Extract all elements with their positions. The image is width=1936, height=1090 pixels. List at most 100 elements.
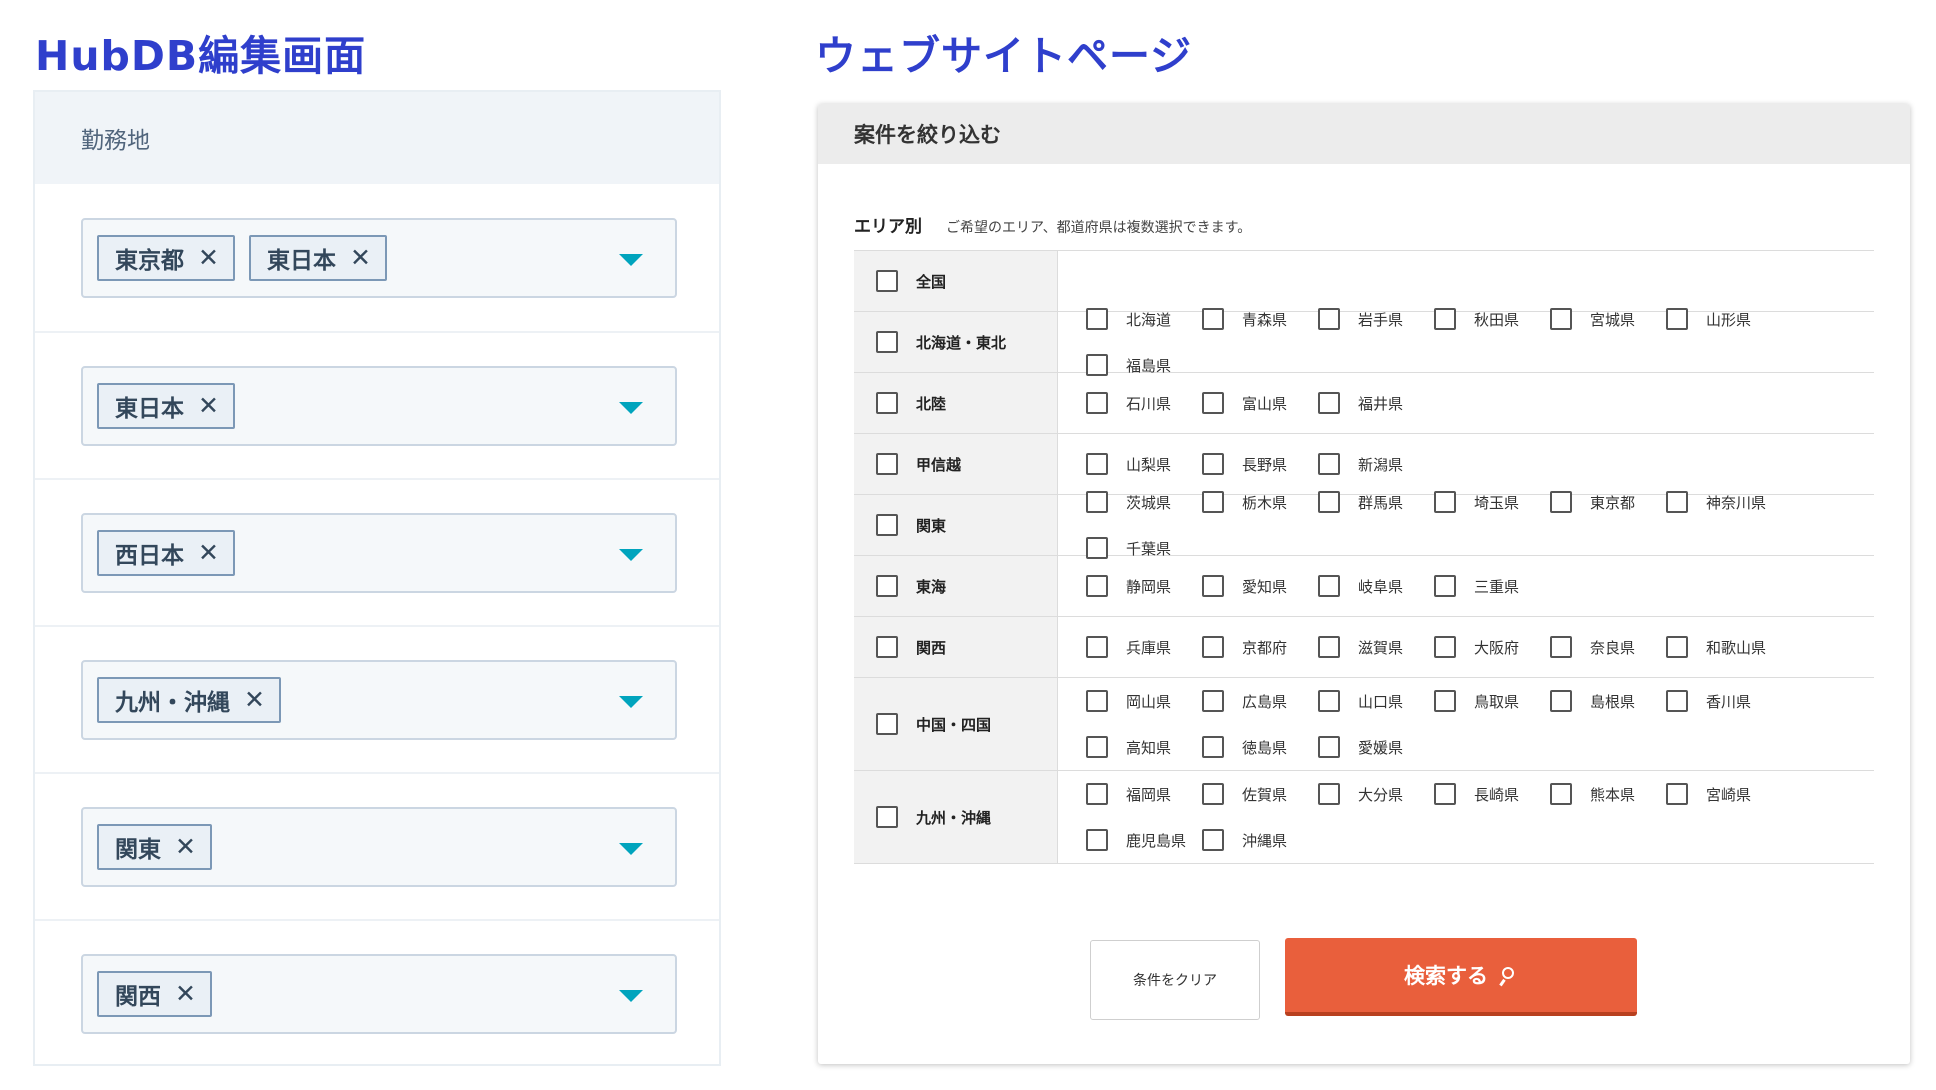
remove-tag-icon[interactable]: ✕	[244, 687, 265, 712]
dropdown-caret-icon[interactable]	[619, 989, 643, 1002]
prefecture-checkbox[interactable]: 神奈川県	[1666, 479, 1782, 525]
multi-select-field[interactable]: 関東 ✕	[81, 806, 677, 887]
prefecture-checkbox[interactable]: 山口県	[1318, 678, 1434, 724]
prefecture-checkbox[interactable]: 埼玉県	[1434, 479, 1550, 525]
checkbox[interactable]	[1434, 690, 1456, 712]
prefecture-checkbox[interactable]: 滋賀県	[1318, 624, 1434, 670]
region-checkbox[interactable]: 関東	[876, 502, 946, 548]
prefecture-checkbox[interactable]: 大阪府	[1434, 624, 1550, 670]
region-checkbox[interactable]: 九州・沖縄	[876, 794, 991, 840]
checkbox[interactable]	[1666, 636, 1688, 658]
region-checkbox[interactable]: 東海	[876, 563, 946, 609]
checkbox[interactable]	[1318, 575, 1340, 597]
checkbox[interactable]	[1086, 491, 1108, 513]
checkbox[interactable]	[876, 636, 898, 658]
prefecture-checkbox[interactable]: 福井県	[1318, 380, 1434, 426]
checkbox[interactable]	[876, 331, 898, 353]
remove-tag-icon[interactable]: ✕	[198, 540, 219, 565]
prefecture-checkbox[interactable]: 東京都	[1550, 479, 1666, 525]
checkbox[interactable]	[1086, 308, 1108, 330]
prefecture-checkbox[interactable]: 和歌山県	[1666, 624, 1782, 670]
checkbox[interactable]	[1550, 690, 1572, 712]
prefecture-checkbox[interactable]: 岩手県	[1318, 296, 1434, 342]
region-checkbox[interactable]: 北海道・東北	[876, 319, 1006, 365]
checkbox[interactable]	[1202, 736, 1224, 758]
remove-tag-icon[interactable]: ✕	[175, 981, 196, 1006]
checkbox[interactable]	[1666, 690, 1688, 712]
prefecture-checkbox[interactable]: 佐賀県	[1202, 771, 1318, 817]
prefecture-checkbox[interactable]: 徳島県	[1202, 724, 1318, 770]
checkbox[interactable]	[1086, 829, 1108, 851]
checkbox[interactable]	[1434, 636, 1456, 658]
checkbox[interactable]	[1086, 690, 1108, 712]
prefecture-checkbox[interactable]: 青森県	[1202, 296, 1318, 342]
checkbox[interactable]	[1202, 491, 1224, 513]
prefecture-checkbox[interactable]: 群馬県	[1318, 479, 1434, 525]
checkbox[interactable]	[1086, 783, 1108, 805]
prefecture-checkbox[interactable]: 岐阜県	[1318, 563, 1434, 609]
prefecture-checkbox[interactable]: 京都府	[1202, 624, 1318, 670]
checkbox[interactable]	[1434, 575, 1456, 597]
prefecture-checkbox[interactable]: 栃木県	[1202, 479, 1318, 525]
prefecture-checkbox[interactable]: 愛知県	[1202, 563, 1318, 609]
checkbox[interactable]	[1318, 783, 1340, 805]
clear-conditions-button[interactable]: 条件をクリア	[1090, 940, 1260, 1020]
prefecture-checkbox[interactable]: 宮城県	[1550, 296, 1666, 342]
prefecture-checkbox[interactable]: 宮崎県	[1666, 771, 1782, 817]
checkbox[interactable]	[1666, 491, 1688, 513]
multi-select-field[interactable]: 西日本 ✕	[81, 512, 677, 593]
checkbox[interactable]	[1318, 690, 1340, 712]
prefecture-checkbox[interactable]: 島根県	[1550, 678, 1666, 724]
checkbox[interactable]	[876, 575, 898, 597]
prefecture-checkbox[interactable]: 広島県	[1202, 678, 1318, 724]
multi-select-field[interactable]: 九州・沖縄 ✕	[81, 659, 677, 740]
remove-tag-icon[interactable]: ✕	[350, 245, 371, 270]
prefecture-checkbox[interactable]: 長崎県	[1434, 771, 1550, 817]
checkbox[interactable]	[1086, 392, 1108, 414]
region-checkbox[interactable]: 北陸	[876, 380, 946, 426]
checkbox[interactable]	[1086, 636, 1108, 658]
prefecture-checkbox[interactable]: 山形県	[1666, 296, 1782, 342]
prefecture-checkbox[interactable]: 大分県	[1318, 771, 1434, 817]
checkbox[interactable]	[1202, 453, 1224, 475]
prefecture-checkbox[interactable]: 香川県	[1666, 678, 1782, 724]
prefecture-checkbox[interactable]: 高知県	[1086, 724, 1202, 770]
dropdown-caret-icon[interactable]	[619, 695, 643, 708]
checkbox[interactable]	[1550, 308, 1572, 330]
prefecture-checkbox[interactable]: 奈良県	[1550, 624, 1666, 670]
prefecture-checkbox[interactable]: 愛媛県	[1318, 724, 1434, 770]
dropdown-caret-icon[interactable]	[619, 842, 643, 855]
checkbox[interactable]	[876, 270, 898, 292]
checkbox[interactable]	[1434, 308, 1456, 330]
checkbox[interactable]	[1550, 636, 1572, 658]
prefecture-checkbox[interactable]: 鹿児島県	[1086, 817, 1202, 863]
prefecture-checkbox[interactable]: 福岡県	[1086, 771, 1202, 817]
checkbox[interactable]	[1434, 783, 1456, 805]
dropdown-caret-icon[interactable]	[619, 401, 643, 414]
checkbox[interactable]	[1202, 636, 1224, 658]
checkbox[interactable]	[1318, 392, 1340, 414]
region-checkbox[interactable]: 甲信越	[876, 441, 961, 487]
checkbox[interactable]	[1666, 308, 1688, 330]
checkbox[interactable]	[876, 453, 898, 475]
checkbox[interactable]	[1086, 575, 1108, 597]
checkbox[interactable]	[1666, 783, 1688, 805]
checkbox[interactable]	[1318, 308, 1340, 330]
prefecture-checkbox[interactable]: 沖縄県	[1202, 817, 1318, 863]
checkbox[interactable]	[1550, 491, 1572, 513]
prefecture-checkbox[interactable]: 北海道	[1086, 296, 1202, 342]
checkbox[interactable]	[1318, 491, 1340, 513]
checkbox[interactable]	[1202, 690, 1224, 712]
checkbox[interactable]	[1202, 308, 1224, 330]
checkbox[interactable]	[1434, 491, 1456, 513]
checkbox[interactable]	[1202, 829, 1224, 851]
checkbox[interactable]	[1550, 783, 1572, 805]
checkbox[interactable]	[1202, 392, 1224, 414]
checkbox[interactable]	[876, 806, 898, 828]
prefecture-checkbox[interactable]: 鳥取県	[1434, 678, 1550, 724]
prefecture-checkbox[interactable]: 石川県	[1086, 380, 1202, 426]
search-button[interactable]: 検索する	[1285, 938, 1637, 1016]
checkbox[interactable]	[1202, 575, 1224, 597]
dropdown-caret-icon[interactable]	[619, 548, 643, 561]
checkbox[interactable]	[876, 514, 898, 536]
